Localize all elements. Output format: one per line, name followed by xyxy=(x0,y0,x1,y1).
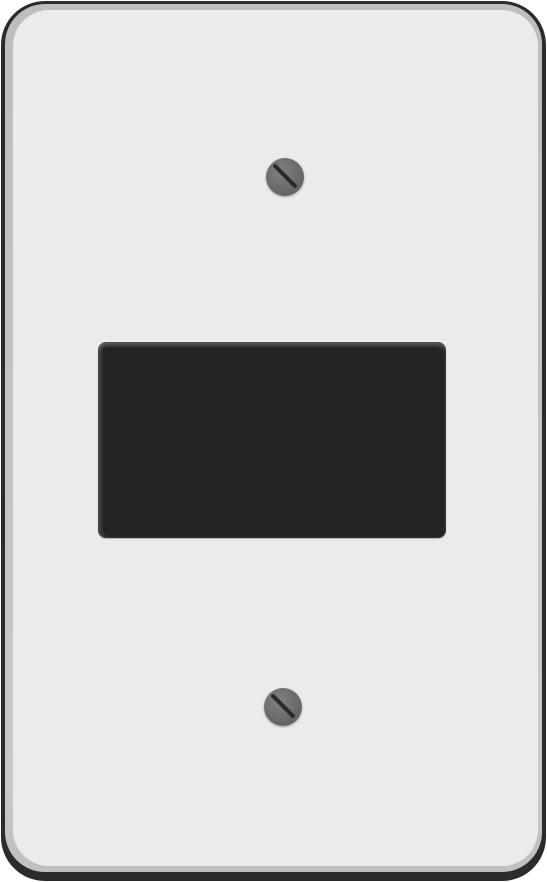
switch-opening[interactable] xyxy=(98,342,446,538)
bottom-screw-icon xyxy=(264,688,302,726)
top-screw-icon xyxy=(266,158,304,196)
